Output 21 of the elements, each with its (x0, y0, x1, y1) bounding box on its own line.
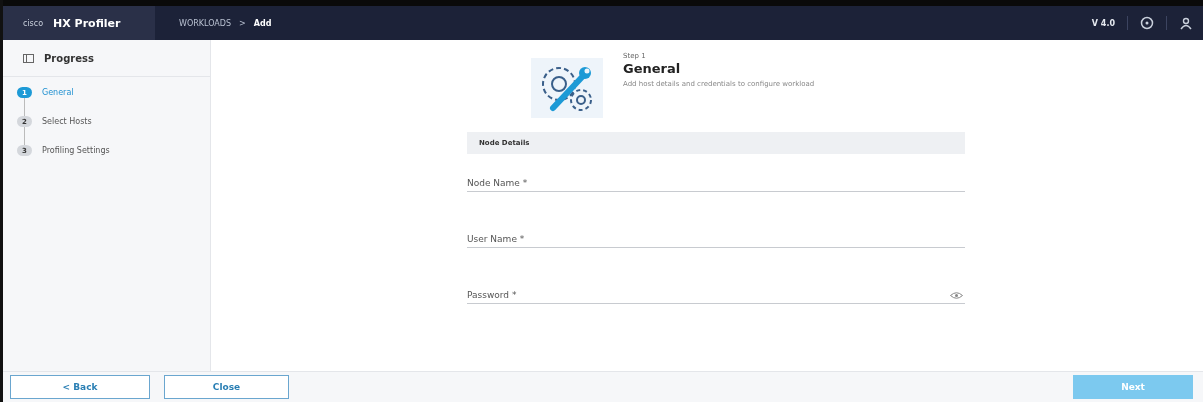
breadcrumb-link[interactable]: WORKLOADS (179, 18, 232, 28)
back-button[interactable]: < Back (10, 375, 150, 399)
panel-icon[interactable] (23, 53, 34, 63)
user-icon[interactable] (1179, 16, 1193, 30)
breadcrumb-link[interactable]: Add (253, 18, 272, 28)
breadcrumb-separator: > (239, 18, 246, 28)
product-name: HX Profiler (53, 16, 121, 30)
step-label[interactable]: Profiling Settings (42, 146, 110, 155)
step-label[interactable]: Select Hosts (42, 117, 92, 126)
logo-text: cisco (23, 18, 44, 28)
step-label[interactable]: General (42, 88, 74, 97)
input-field[interactable]: Node Name * (467, 176, 965, 192)
sidebar-title: Progress (44, 52, 94, 64)
password-field[interactable]: Password * (467, 288, 965, 304)
gear-wrench-icon (531, 58, 603, 118)
close-button[interactable]: Close (164, 375, 289, 399)
version-label: V 4.0 (1091, 18, 1115, 28)
input-field[interactable]: User Name * (467, 232, 965, 248)
help-icon[interactable] (1140, 16, 1154, 30)
eye-icon[interactable] (950, 292, 963, 299)
step-title: General (623, 61, 682, 76)
